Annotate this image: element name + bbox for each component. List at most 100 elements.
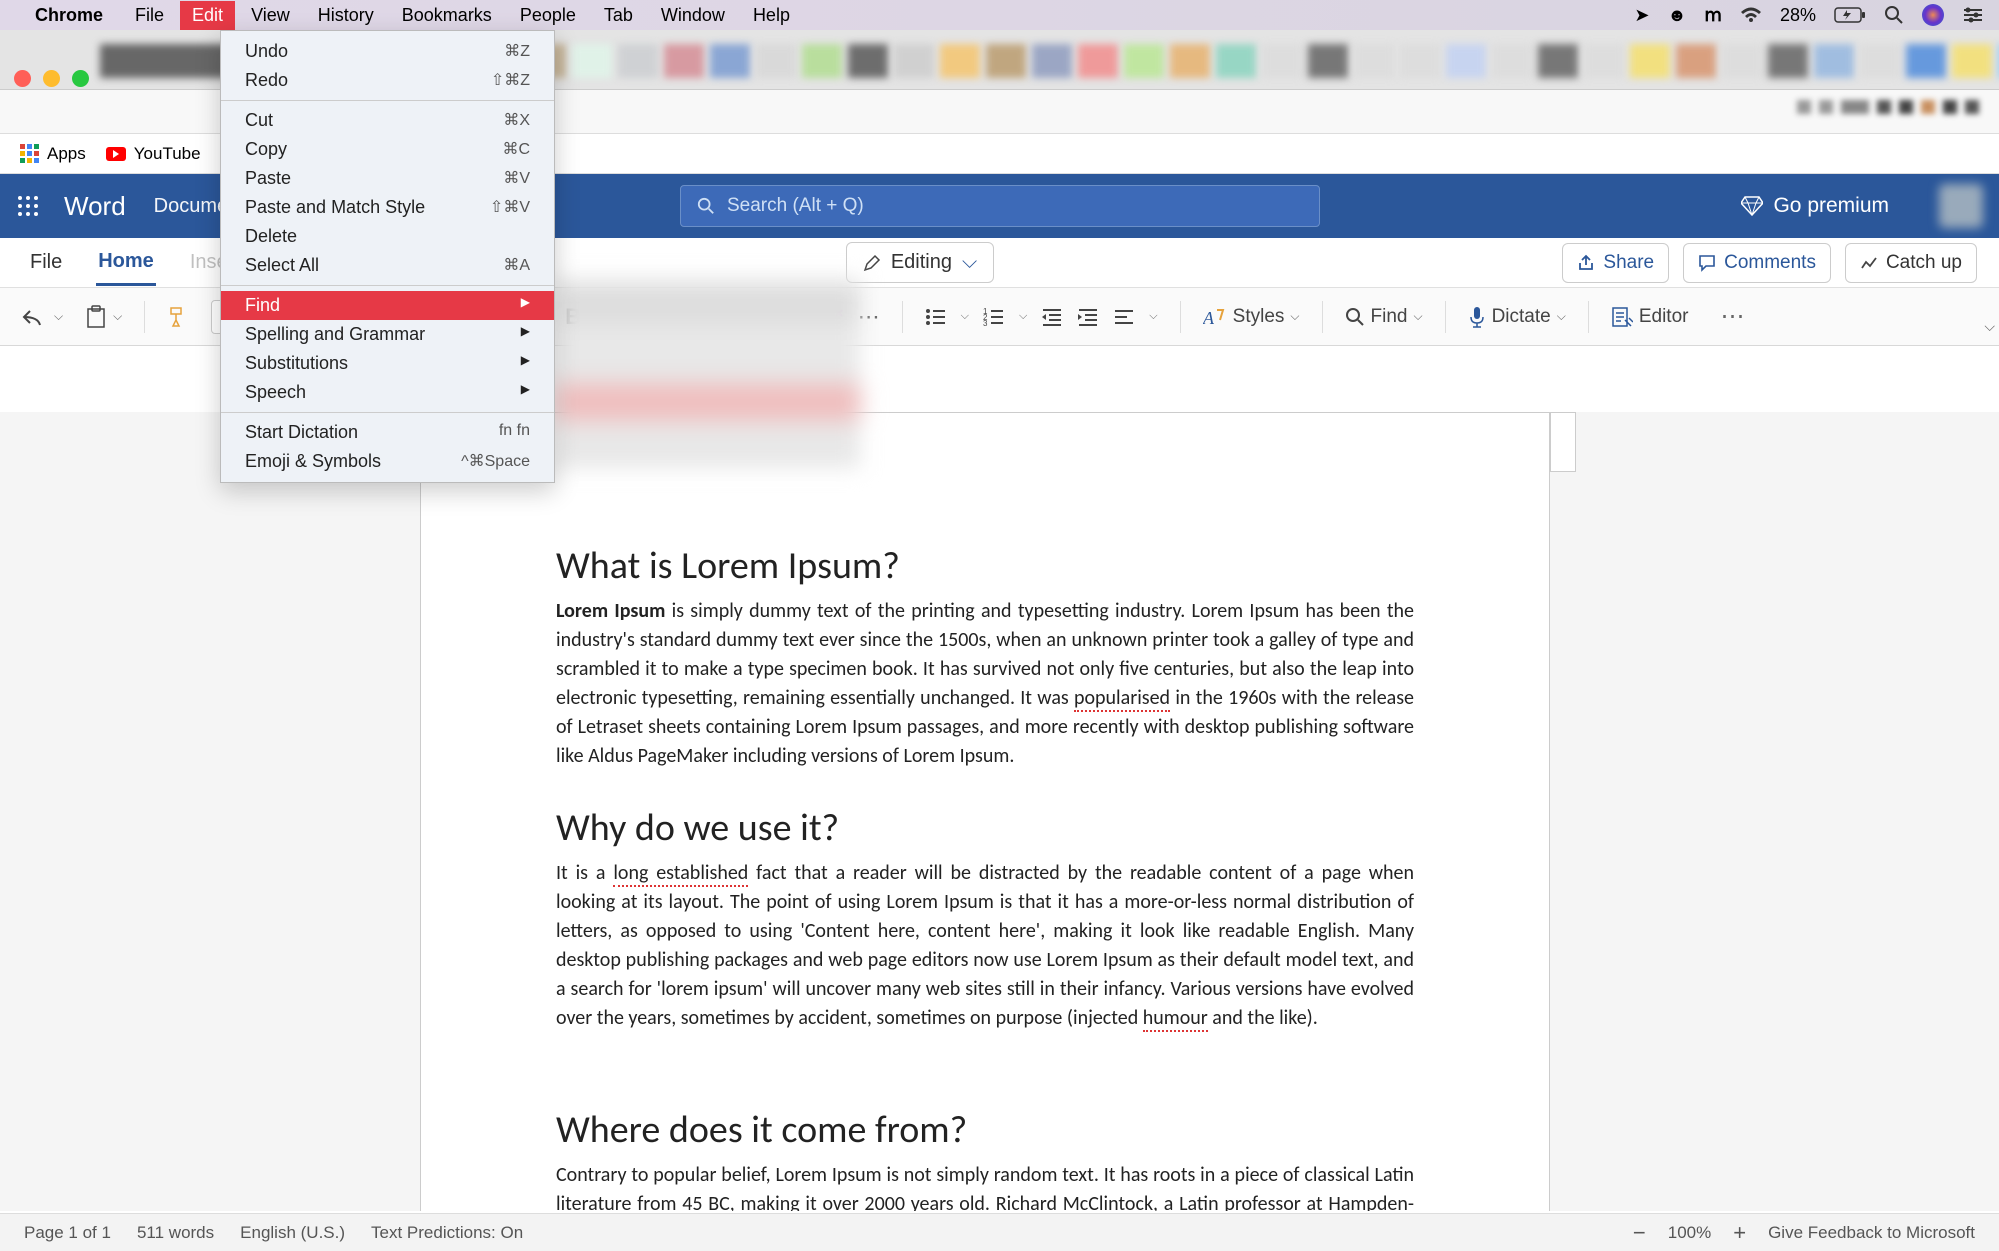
menu-speech[interactable]: Speech▶	[221, 378, 554, 407]
menu-delete[interactable]: Delete	[221, 222, 554, 251]
menu-history[interactable]: History	[306, 1, 386, 30]
heading-1: What is Lorem Ipsum?	[556, 543, 1414, 589]
status-icon[interactable]: ☻	[1667, 5, 1686, 26]
menu-paste[interactable]: Paste⌘V	[221, 164, 554, 193]
ruler-handle[interactable]	[1550, 412, 1576, 472]
window-traffic-lights	[14, 70, 89, 87]
menu-help[interactable]: Help	[741, 1, 802, 30]
menu-select-all[interactable]: Select All⌘A	[221, 251, 554, 280]
close-window-button[interactable]	[14, 70, 31, 87]
battery-icon[interactable]	[1834, 7, 1866, 23]
youtube-icon	[106, 147, 126, 161]
word-count[interactable]: 511 words	[137, 1223, 214, 1243]
numbered-list-button[interactable]: 123	[983, 307, 1005, 327]
catchup-label: Catch up	[1886, 252, 1962, 274]
tab-file[interactable]: File	[28, 241, 64, 284]
share-button[interactable]: Share	[1562, 243, 1669, 283]
find-submenu-blurred	[555, 278, 860, 468]
feedback-link[interactable]: Give Feedback to Microsoft	[1768, 1223, 1975, 1243]
menu-find[interactable]: Find▶	[221, 291, 554, 320]
styles-button[interactable]: A Styles⌵	[1203, 306, 1300, 328]
svg-text:A: A	[1203, 308, 1215, 328]
editing-mode-dropdown[interactable]: Editing ⌵	[846, 242, 994, 283]
find-button[interactable]: Find⌵	[1345, 306, 1423, 328]
go-premium-button[interactable]: Go premium	[1741, 194, 1889, 218]
menu-edit[interactable]: Edit	[180, 1, 235, 30]
text-predictions[interactable]: Text Predictions: On	[371, 1223, 523, 1243]
menu-people[interactable]: People	[508, 1, 588, 30]
microphone-icon	[1468, 305, 1486, 329]
bullet-list-button[interactable]	[925, 307, 947, 327]
format-painter-button[interactable]	[167, 306, 189, 328]
increase-indent-button[interactable]	[1077, 307, 1099, 327]
paste-button[interactable]: ⌵	[85, 305, 122, 329]
siri-icon[interactable]	[1922, 4, 1944, 26]
maximize-window-button[interactable]	[72, 70, 89, 87]
menu-view[interactable]: View	[239, 1, 302, 30]
submenu-arrow-icon: ▶	[521, 295, 530, 316]
decrease-indent-button[interactable]	[1041, 307, 1063, 327]
battery-percent: 28%	[1780, 5, 1816, 26]
zoom-in-button[interactable]: +	[1733, 1220, 1746, 1246]
status-icon[interactable]: ➤	[1634, 5, 1649, 26]
search-icon	[1345, 307, 1365, 327]
spotlight-icon[interactable]	[1884, 5, 1904, 25]
zoom-level[interactable]: 100%	[1668, 1223, 1711, 1243]
youtube-bookmark[interactable]: YouTube	[106, 144, 201, 164]
paragraph-3: Contrary to popular belief, Lorem Ipsum …	[556, 1161, 1414, 1211]
collapse-ribbon-icon[interactable]: ⌵	[1984, 318, 1995, 335]
document-page[interactable]: What is Lorem Ipsum? Lorem Ipsum is simp…	[420, 412, 1550, 1211]
submenu-arrow-icon: ▶	[521, 382, 530, 403]
word-search-box[interactable]: Search (Alt + Q)	[680, 185, 1320, 227]
editor-icon	[1611, 306, 1633, 328]
page-count[interactable]: Page 1 of 1	[24, 1223, 111, 1243]
menu-separator	[221, 412, 554, 413]
editor-button[interactable]: Editor	[1611, 306, 1689, 328]
find-label: Find	[1371, 306, 1408, 328]
heading-2: Why do we use it?	[556, 805, 1414, 851]
wifi-icon[interactable]	[1740, 7, 1762, 23]
menu-bookmarks[interactable]: Bookmarks	[390, 1, 504, 30]
menu-dictation[interactable]: Start Dictationfn fn	[221, 418, 554, 447]
menu-undo[interactable]: Undo⌘Z	[221, 37, 554, 66]
app-launcher-icon[interactable]	[16, 194, 40, 218]
apps-label: Apps	[47, 144, 86, 164]
edit-dropdown-menu: Undo⌘Z Redo⇧⌘Z Cut⌘X Copy⌘C Paste⌘V Past…	[220, 30, 555, 483]
user-avatar[interactable]	[1939, 184, 1983, 228]
more-ribbon-button[interactable]: ⋯	[1720, 302, 1744, 331]
status-icon[interactable]: ⅿ	[1704, 5, 1722, 26]
menu-tab[interactable]: Tab	[592, 1, 645, 30]
tab-home[interactable]: Home	[96, 240, 156, 286]
menu-cut[interactable]: Cut⌘X	[221, 106, 554, 135]
menu-substitutions[interactable]: Substitutions▶	[221, 349, 554, 378]
heading-3: Where does it come from?	[556, 1107, 1414, 1153]
control-center-icon[interactable]	[1962, 7, 1984, 23]
pencil-icon	[863, 254, 881, 272]
catchup-button[interactable]: Catch up	[1845, 243, 1977, 283]
align-button[interactable]	[1113, 307, 1135, 327]
premium-label: Go premium	[1773, 194, 1889, 218]
minimize-window-button[interactable]	[43, 70, 60, 87]
undo-button[interactable]: ⌵	[22, 307, 63, 327]
word-app-name[interactable]: Word	[64, 191, 126, 222]
menu-separator	[221, 285, 554, 286]
dictate-button[interactable]: Dictate⌵	[1468, 305, 1566, 329]
menu-redo[interactable]: Redo⇧⌘Z	[221, 66, 554, 95]
zoom-out-button[interactable]: −	[1633, 1220, 1646, 1246]
active-app-name[interactable]: Chrome	[35, 5, 103, 26]
comments-label: Comments	[1724, 252, 1816, 274]
chevron-down-icon: ⌵	[962, 251, 977, 274]
more-font-button[interactable]: ⋯	[858, 304, 880, 330]
menu-window[interactable]: Window	[649, 1, 737, 30]
search-icon	[697, 197, 715, 215]
language[interactable]: English (U.S.)	[240, 1223, 345, 1243]
apps-shortcut[interactable]: Apps	[20, 144, 86, 164]
menu-paste-match[interactable]: Paste and Match Style⇧⌘V	[221, 193, 554, 222]
diamond-icon	[1741, 196, 1763, 216]
comments-button[interactable]: Comments	[1683, 243, 1831, 283]
catchup-icon	[1860, 254, 1878, 272]
menu-copy[interactable]: Copy⌘C	[221, 135, 554, 164]
menu-file[interactable]: File	[123, 1, 176, 30]
menu-spelling[interactable]: Spelling and Grammar▶	[221, 320, 554, 349]
menu-emoji[interactable]: Emoji & Symbols^⌘Space	[221, 447, 554, 476]
